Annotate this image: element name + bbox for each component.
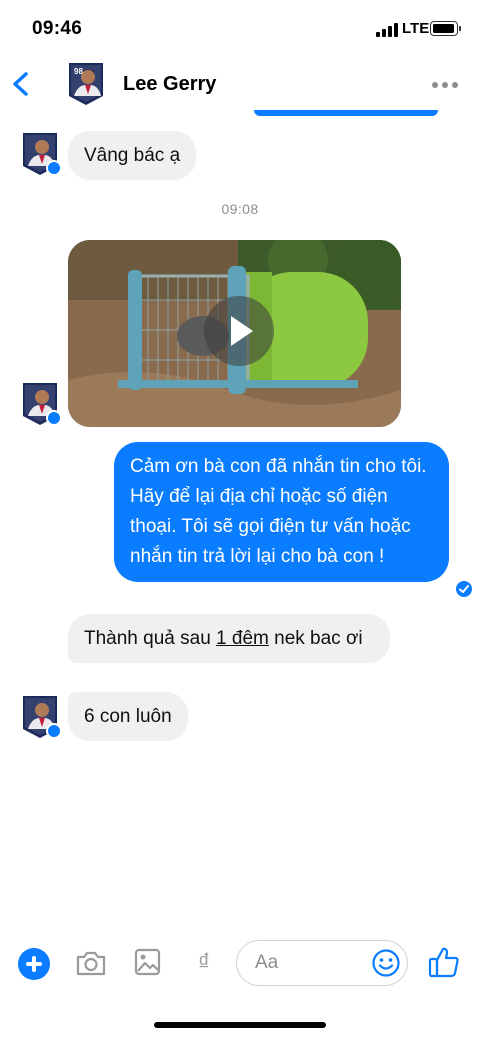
message-text: Thành quả sau bbox=[84, 628, 217, 649]
contact-avatar[interactable]: 98 bbox=[66, 60, 106, 106]
message-bubble[interactable]: Thành quả sau 1 đêm nek bac ơi bbox=[68, 614, 390, 663]
sender-avatar[interactable] bbox=[20, 693, 62, 739]
message-bubble[interactable]: 6 con luôn bbox=[68, 692, 188, 741]
back-button[interactable] bbox=[6, 64, 42, 104]
battery-icon bbox=[430, 21, 461, 36]
thumbs-up-icon[interactable] bbox=[428, 945, 460, 979]
message-link[interactable]: 1 đêm bbox=[216, 628, 269, 649]
messenger-badge-icon bbox=[46, 160, 62, 176]
emoji-icon[interactable] bbox=[371, 948, 401, 978]
play-icon[interactable] bbox=[204, 296, 274, 366]
sender-avatar[interactable] bbox=[20, 380, 62, 426]
chevron-left-icon bbox=[13, 72, 28, 96]
messenger-badge-icon bbox=[46, 723, 62, 739]
message-bubble[interactable]: Vâng bác ạ bbox=[68, 131, 197, 180]
camera-icon[interactable] bbox=[75, 949, 107, 977]
network-type: LTE bbox=[402, 20, 430, 37]
messenger-badge-icon bbox=[46, 410, 62, 426]
plus-icon[interactable] bbox=[18, 948, 50, 980]
image-icon[interactable] bbox=[134, 947, 162, 977]
seen-check-icon bbox=[456, 581, 472, 597]
avatar-rating: 98 bbox=[74, 67, 83, 76]
more-options-button[interactable] bbox=[428, 76, 462, 92]
dong-icon[interactable]: ₫ bbox=[190, 945, 218, 981]
chat-header: 98 Lee Gerry bbox=[0, 58, 480, 114]
status-bar: 09:46 LTE bbox=[0, 0, 480, 58]
home-indicator[interactable] bbox=[154, 1022, 326, 1028]
sender-avatar[interactable] bbox=[20, 130, 62, 176]
more-horizontal-icon bbox=[432, 82, 438, 88]
previous-message-edge bbox=[254, 110, 438, 116]
message-composer: ₫ bbox=[0, 935, 480, 991]
contact-name[interactable]: Lee Gerry bbox=[123, 73, 216, 96]
status-time: 09:46 bbox=[32, 18, 83, 39]
message-timestamp: 09:08 bbox=[221, 201, 259, 217]
signal-strength-icon bbox=[376, 23, 398, 37]
outgoing-message-bubble[interactable]: Cảm ơn bà con đã nhắn tin cho tôi. Hãy đ… bbox=[114, 442, 449, 582]
message-text: nek bac ơi bbox=[268, 628, 363, 649]
